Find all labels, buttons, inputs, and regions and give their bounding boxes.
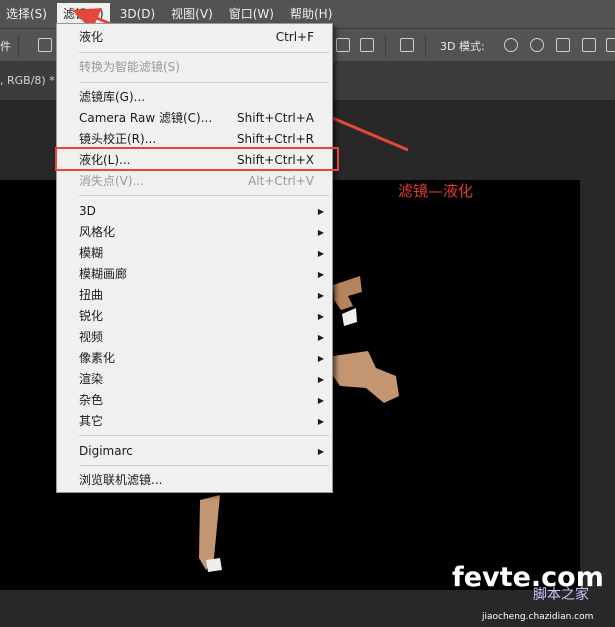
submenu-arrow-icon: ▶ [317,228,324,237]
menu-item-noise[interactable]: 杂色 ▶ [57,390,332,411]
submenu-arrow-icon: ▶ [317,447,324,456]
menu-item-label: 模糊画廊 [79,267,128,281]
submenu-arrow-icon: ▶ [317,207,324,216]
menu-item-digimarc[interactable]: Digimarc ▶ [57,441,332,462]
menu-item-render[interactable]: 渲染 ▶ [57,369,332,390]
menu-item-label: 锐化 [79,309,104,323]
menu-item-blur[interactable]: 模糊 ▶ [57,243,332,264]
menu-item-label: 渲染 [79,372,104,386]
menu-item-vanishing-point: 消失点(V)... Alt+Ctrl+V [57,171,332,192]
menu-item-stylize[interactable]: 风格化 ▶ [57,222,332,243]
menu-item-label: 视频 [79,330,104,344]
submenu-arrow-icon: ▶ [317,291,324,300]
menu-item-pixelate[interactable]: 像素化 ▶ [57,348,332,369]
menu-item-label: 浏览联机滤镜... [79,473,163,487]
watermark-url: jiaocheng.chazidian.com [482,612,594,622]
menu-item-filter-gallery[interactable]: 滤镜库(G)... [57,87,332,108]
menu-divider [79,435,329,436]
submenu-arrow-icon: ▶ [317,354,324,363]
menu-item-label: 转换为智能滤镜(S) [79,60,180,74]
menu-item-blur-gallery[interactable]: 模糊画廊 ▶ [57,264,332,285]
menu-item-convert-smart-filter: 转换为智能滤镜(S) [57,57,332,78]
menu-divider [79,465,329,466]
filter-menu: 液化 Ctrl+F 转换为智能滤镜(S) 滤镜库(G)... Camera Ra… [56,23,333,493]
submenu-arrow-icon: ▶ [317,270,324,279]
menu-item-camera-raw[interactable]: Camera Raw 滤镜(C)... Shift+Ctrl+A [57,108,332,129]
menu-item-label: 其它 [79,414,104,428]
menu-item-shortcut: Shift+Ctrl+A [237,111,314,125]
menu-item-shortcut: Alt+Ctrl+V [248,174,314,188]
menu-item-shortcut: Ctrl+F [275,30,314,44]
submenu-arrow-icon: ▶ [317,375,324,384]
menu-item-label: 滤镜库(G)... [79,90,146,104]
menu-item-other[interactable]: 其它 ▶ [57,411,332,432]
menu-item-label: 消失点(V)... [79,174,145,188]
submenu-arrow-icon: ▶ [317,333,324,342]
menu-item-label: 液化 [79,30,104,44]
menu-item-video[interactable]: 视频 ▶ [57,327,332,348]
menu-item-label: 扭曲 [79,288,104,302]
menu-item-3d[interactable]: 3D ▶ [57,201,332,222]
menu-item-label: 杂色 [79,393,104,407]
menu-item-label: 3D [79,204,96,218]
menu-divider [79,82,329,83]
highlight-box [55,147,339,171]
menu-item-label: Camera Raw 滤镜(C)... [79,111,213,125]
watermark-sub: 脚本之家 [533,587,589,603]
menu-item-distort[interactable]: 扭曲 ▶ [57,285,332,306]
menu-item-liquify-last[interactable]: 液化 Ctrl+F [57,27,332,48]
menu-item-label: 像素化 [79,351,116,365]
submenu-arrow-icon: ▶ [317,312,324,321]
menu-item-label: 风格化 [79,225,116,239]
submenu-arrow-icon: ▶ [317,249,324,258]
submenu-arrow-icon: ▶ [317,396,324,405]
menu-item-browse-online-filters[interactable]: 浏览联机滤镜... [57,470,332,491]
menu-divider [79,195,329,196]
menu-item-label: 模糊 [79,246,104,260]
menu-divider [79,52,329,53]
submenu-arrow-icon: ▶ [317,417,324,426]
annotation-caption: 滤镜—液化 [398,182,474,200]
menu-item-label: Digimarc [79,444,133,458]
menu-item-sharpen[interactable]: 锐化 ▶ [57,306,332,327]
